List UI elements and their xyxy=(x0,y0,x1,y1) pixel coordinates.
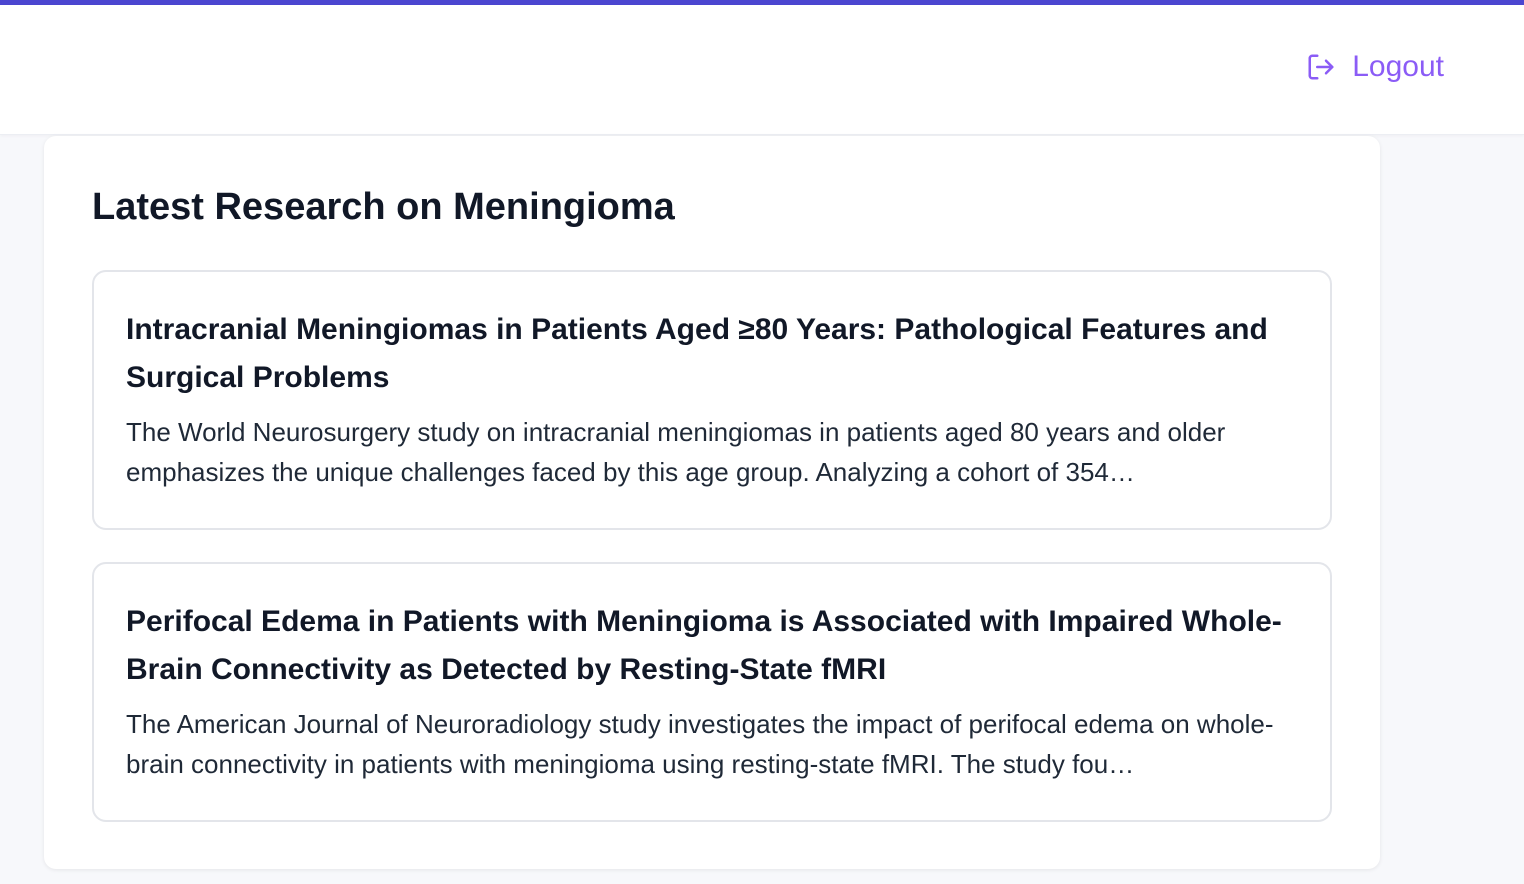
logout-button[interactable]: Logout xyxy=(1306,50,1444,84)
research-card-title: Perifocal Edema in Patients with Meningi… xyxy=(126,605,1282,686)
research-title: Latest Research on Meningioma xyxy=(92,186,675,228)
research-card[interactable]: Intracranial Meningiomas in Patients Age… xyxy=(92,270,1332,530)
logout-label: Logout xyxy=(1352,50,1444,83)
research-card-summary: The American Journal of Neuroradiology s… xyxy=(126,709,1274,779)
research-card-summary: The World Neurosurgery study on intracra… xyxy=(126,417,1226,487)
top-header: Logout xyxy=(0,5,1524,135)
research-card-title: Intracranial Meningiomas in Patients Age… xyxy=(126,313,1268,394)
research-panel: Latest Research on Meningioma Intracrani… xyxy=(44,136,1380,869)
research-card[interactable]: Perifocal Edema in Patients with Meningi… xyxy=(92,562,1332,822)
logout-icon xyxy=(1308,54,1334,80)
